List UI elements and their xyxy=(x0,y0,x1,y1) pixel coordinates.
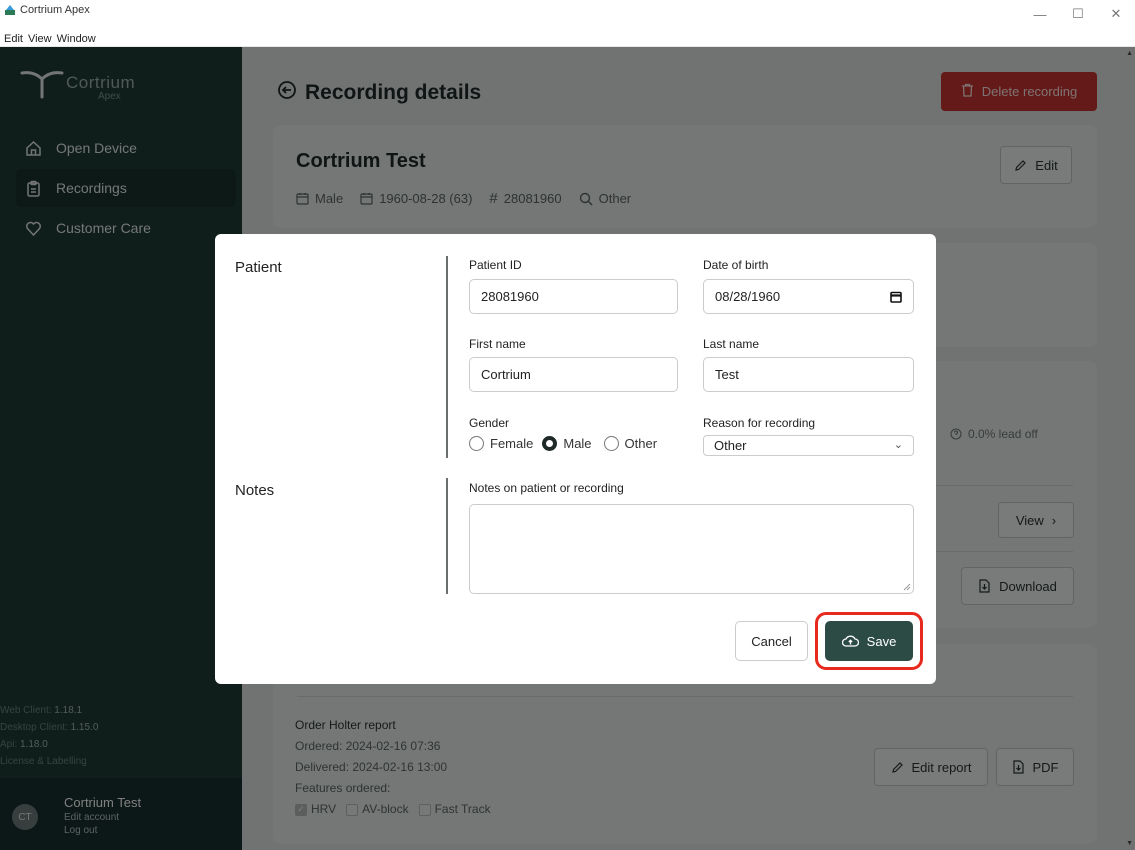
patient-section-label: Patient xyxy=(235,259,282,276)
menu-window[interactable]: Window xyxy=(57,33,96,45)
gender-female-radio[interactable] xyxy=(469,436,484,451)
gender-radio-group: Female Male Other xyxy=(469,436,657,451)
window-title: Cortrium Apex xyxy=(20,4,90,16)
gender-option-label[interactable]: Female xyxy=(490,436,533,451)
dob-input[interactable]: 08/28/1960 xyxy=(703,279,914,314)
last-name-label: Last name xyxy=(703,337,760,351)
reason-select[interactable]: Other ⌄ xyxy=(703,435,914,456)
chevron-down-icon: ⌄ xyxy=(893,439,903,451)
first-name-label: First name xyxy=(469,337,526,351)
gender-male-radio[interactable] xyxy=(542,436,558,451)
section-divider xyxy=(446,478,448,594)
gender-label: Gender xyxy=(469,416,510,430)
edit-patient-modal: Patient Notes Patient ID 28081960 Date o… xyxy=(215,234,936,684)
dob-label: Date of birth xyxy=(703,258,769,272)
reason-select-value: Other xyxy=(714,438,747,453)
section-divider xyxy=(446,256,448,458)
gender-other-radio[interactable] xyxy=(603,436,619,451)
gender-option-label[interactable]: Other xyxy=(625,436,658,451)
window-titlebar: Cortrium Apex xyxy=(0,0,1135,20)
notes-section-label: Notes xyxy=(235,482,275,499)
dob-value: 08/28/1960 xyxy=(715,289,781,304)
patient-id-input[interactable]: 28081960 xyxy=(469,279,678,314)
resize-handle-icon[interactable] xyxy=(903,583,911,591)
save-highlight-annotation xyxy=(815,612,923,670)
calendar-icon[interactable] xyxy=(890,291,902,306)
first-name-input[interactable]: Cortrium xyxy=(469,357,678,392)
menu-edit[interactable]: Edit xyxy=(4,33,23,45)
last-name-input[interactable]: Test xyxy=(703,357,914,392)
menu-view[interactable]: View xyxy=(28,33,52,45)
gender-option-label[interactable]: Male xyxy=(563,436,591,451)
app-logo-icon xyxy=(4,4,16,16)
menu-bar: Edit View Window xyxy=(0,20,1135,47)
cancel-button[interactable]: Cancel xyxy=(735,621,808,661)
reason-label: Reason for recording xyxy=(703,416,816,430)
patient-id-label: Patient ID xyxy=(469,258,522,272)
notes-textarea[interactable] xyxy=(469,504,914,594)
notes-label: Notes on patient or recording xyxy=(469,481,624,495)
